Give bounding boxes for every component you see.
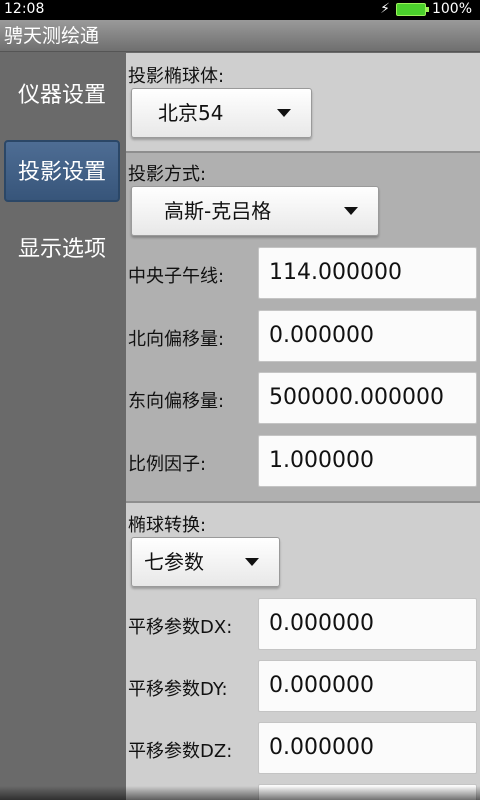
scale-factor-input[interactable]: 1.000000	[258, 435, 477, 487]
projection-label: 投影方式:	[128, 164, 207, 185]
ellipsoid-dropdown[interactable]: 北京54	[131, 88, 312, 138]
transform-label: 椭球转换:	[128, 515, 207, 536]
charging-icon: ⚡	[380, 1, 390, 17]
sidebar-item-display-options[interactable]: 显示选项	[4, 219, 120, 281]
false-easting-input[interactable]: 500000.000000	[258, 372, 477, 424]
status-right: ⚡ 100%	[380, 1, 472, 17]
transform-method-value: 七参数	[144, 550, 204, 574]
field-row: 平移参数DZ: 0.000000	[126, 722, 480, 774]
field-row: 平移参数DY: 0.000000	[126, 660, 480, 712]
projection-section: 投影方式: 高斯-克吕格 中央子午线: 114.000000 北向偏移量: 0.…	[126, 151, 480, 503]
field-row: 平移参数DX: 0.000000	[126, 598, 480, 650]
app-title: 骋天测绘通	[0, 20, 480, 52]
translation-dx-label: 平移参数DX:	[128, 617, 233, 638]
translation-dz-input[interactable]: 0.000000	[258, 722, 477, 774]
ellipsoid-label: 投影椭球体:	[128, 66, 225, 87]
status-bar: 12:08 ⚡ 100%	[0, 0, 480, 20]
field-row: 东向偏移量: 500000.000000	[126, 372, 480, 424]
battery-icon	[395, 2, 429, 16]
translation-dz-label: 平移参数DZ:	[128, 741, 233, 762]
false-easting-label: 东向偏移量:	[128, 391, 225, 412]
scale-factor-label: 比例因子:	[128, 454, 207, 475]
ellipsoid-transform-section: 椭球转换: 七参数 平移参数DX: 0.000000 平移参数DY: 0.000…	[126, 501, 480, 800]
bottom-fade	[0, 786, 480, 800]
field-row: 中央子午线: 114.000000	[126, 247, 480, 299]
status-time: 12:08	[4, 1, 45, 17]
chevron-down-icon	[277, 109, 291, 117]
sidebar: 仪器设置 投影设置 显示选项	[0, 53, 126, 800]
translation-dx-input[interactable]: 0.000000	[258, 598, 477, 650]
ellipsoid-value: 北京54	[158, 101, 224, 125]
field-row: 比例因子: 1.000000	[126, 435, 480, 487]
translation-dy-input[interactable]: 0.000000	[258, 660, 477, 712]
false-northing-label: 北向偏移量:	[128, 329, 225, 350]
sidebar-item-instrument-settings[interactable]: 仪器设置	[4, 65, 120, 127]
translation-dy-label: 平移参数DY:	[128, 679, 228, 700]
chevron-down-icon	[344, 207, 358, 215]
sidebar-item-projection-settings[interactable]: 投影设置	[4, 140, 120, 202]
projection-method-dropdown[interactable]: 高斯-克吕格	[131, 186, 379, 236]
central-meridian-input[interactable]: 114.000000	[258, 247, 477, 299]
battery-level: 100%	[431, 1, 472, 17]
settings-panel: 投影椭球体: 北京54 投影方式: 高斯-克吕格 中央子午线: 114.0000…	[126, 53, 480, 800]
central-meridian-label: 中央子午线:	[128, 266, 225, 287]
field-row: 北向偏移量: 0.000000	[126, 310, 480, 362]
false-northing-input[interactable]: 0.000000	[258, 310, 477, 362]
chevron-down-icon	[245, 558, 259, 566]
ellipsoid-section: 投影椭球体: 北京54	[126, 53, 480, 151]
projection-method-value: 高斯-克吕格	[164, 199, 272, 223]
transform-method-dropdown[interactable]: 七参数	[131, 537, 280, 587]
